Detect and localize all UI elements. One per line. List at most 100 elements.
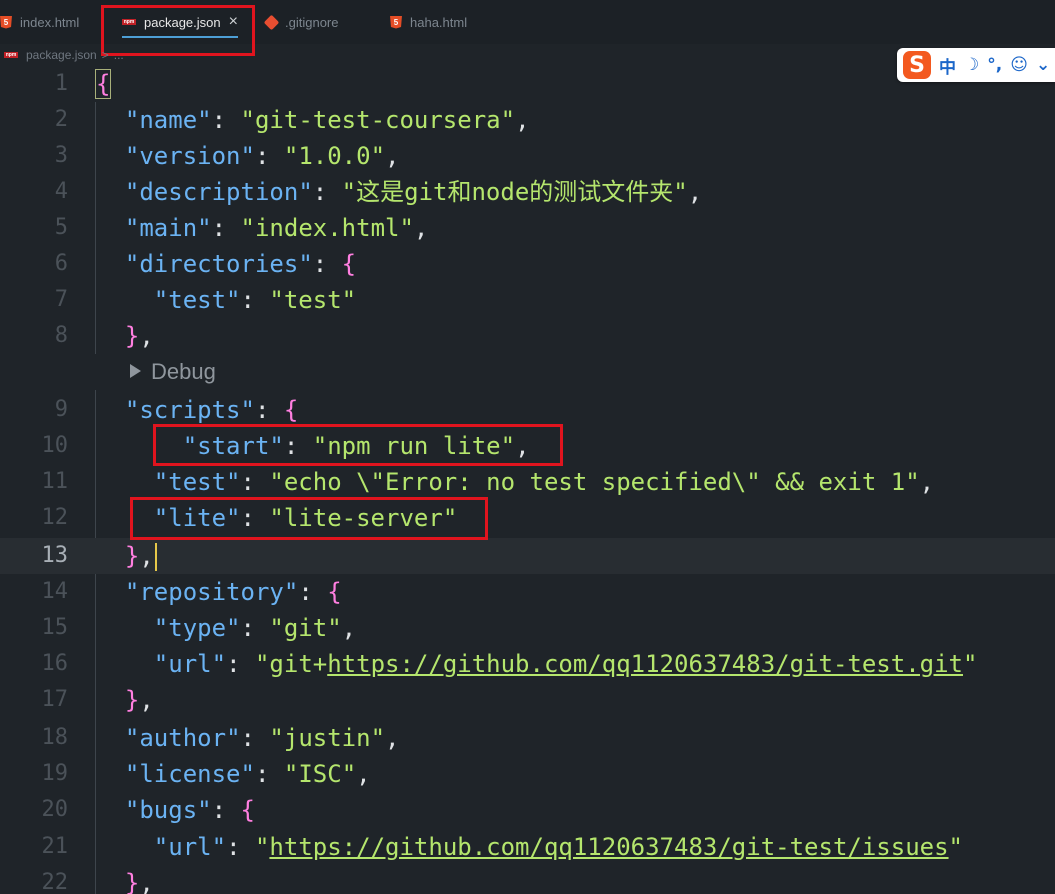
debug-codelens[interactable]: Debug <box>130 354 216 390</box>
code-line[interactable]: 15 "type": "git", <box>0 610 1055 646</box>
line-number: 15 <box>41 615 69 640</box>
line-content: "url": "https://github.com/qq1120637483/… <box>153 833 963 861</box>
json-value: echo \"Error: no test specified\" && exi… <box>283 468 906 496</box>
json-key: url <box>168 650 212 678</box>
breadcrumb-file[interactable]: package.json <box>26 48 97 62</box>
tab-gitignore[interactable]: .gitignore <box>263 0 339 44</box>
breadcrumb-more[interactable]: ... <box>114 48 124 62</box>
code-line[interactable]: 14 "repository": { <box>0 574 1055 610</box>
line-number: 20 <box>41 797 69 822</box>
code-line[interactable]: 4 "description": "这是git和node的测试文件夹", <box>0 174 1055 210</box>
code-line[interactable]: 6 "directories": { <box>0 246 1055 282</box>
json-value-prefix: git+ <box>269 650 328 678</box>
line-number: 18 <box>41 725 69 750</box>
tab-label: .gitignore <box>285 14 339 30</box>
json-key: version <box>139 142 241 170</box>
text-cursor <box>154 543 157 571</box>
code-line[interactable]: 1 { <box>0 66 1055 102</box>
code-line-current[interactable]: 13 }, <box>0 538 1055 574</box>
line-content: "scripts": { <box>124 396 299 424</box>
code-line[interactable]: 17 }, <box>0 682 1055 718</box>
line-content: "repository": { <box>124 578 342 606</box>
npm-icon: npm <box>4 52 18 58</box>
line-number: 11 <box>41 469 69 494</box>
json-key: test <box>168 468 227 496</box>
breadcrumb: npm package.json > ... <box>0 44 600 66</box>
json-value: git-test-coursera <box>254 106 501 134</box>
tab-index-html[interactable]: 5 index.html <box>0 0 79 44</box>
line-content: }, <box>124 686 154 714</box>
line-content: "author": "justin", <box>124 724 400 752</box>
repository-url-link[interactable]: https://github.com/qq1120637483/git-test… <box>327 650 963 678</box>
line-number: 1 <box>54 71 68 96</box>
annotation-box-lite <box>130 497 488 540</box>
json-key: scripts <box>139 396 241 424</box>
line-number: 13 <box>41 543 69 568</box>
json-key: main <box>139 214 198 242</box>
json-key: test <box>168 286 227 314</box>
json-value: git <box>283 614 328 642</box>
code-line[interactable]: 21 "url": "https://github.com/qq11206374… <box>0 829 1055 865</box>
line-content: }, <box>96 538 157 574</box>
bugs-url-link[interactable]: https://github.com/qq1120637483/git-test… <box>269 833 948 861</box>
line-content: "name": "git-test-coursera", <box>124 106 530 134</box>
code-line[interactable]: 18 "author": "justin", <box>0 720 1055 756</box>
line-number: 4 <box>54 179 68 204</box>
tab-label: index.html <box>20 14 80 30</box>
code-line[interactable]: 8 }, <box>0 318 1055 354</box>
line-content: "main": "index.html", <box>124 214 429 242</box>
code-line[interactable]: 3 "version": "1.0.0", <box>0 138 1055 174</box>
line-number: 6 <box>54 251 68 276</box>
json-value: test <box>283 286 342 314</box>
json-value: index.html <box>254 214 400 242</box>
code-line[interactable]: 20 "bugs": { <box>0 792 1055 828</box>
line-number: 9 <box>54 397 68 422</box>
json-value: justin <box>283 724 371 752</box>
line-content: "test": "echo \"Error: no test specified… <box>153 468 935 496</box>
json-key: description <box>139 178 299 206</box>
line-number: 21 <box>41 834 69 859</box>
debug-label: Debug <box>151 359 216 384</box>
code-line[interactable]: 16 "url": "git+https://github.com/qq1120… <box>0 646 1055 682</box>
line-content: }, <box>124 869 154 894</box>
line-content: }, <box>124 322 154 350</box>
line-content: "version": "1.0.0", <box>124 142 400 170</box>
git-icon <box>263 14 280 30</box>
json-value: 1.0.0 <box>298 142 371 170</box>
line-content: "url": "git+https://github.com/qq1120637… <box>153 650 978 678</box>
line-content: "bugs": { <box>124 796 255 824</box>
line-number: 16 <box>41 651 69 676</box>
html5-icon: 5 <box>0 15 12 29</box>
line-content: "test": "test" <box>153 286 357 314</box>
open-brace: { <box>94 69 112 99</box>
line-content: "license": "ISC", <box>124 760 371 788</box>
code-line[interactable]: 22 }, <box>0 865 1055 894</box>
line-number: 7 <box>54 287 68 312</box>
code-line[interactable]: 11 "test": "echo \"Error: no test specif… <box>0 464 1055 500</box>
line-content: "directories": { <box>124 250 357 278</box>
code-line[interactable]: 2 "name": "git-test-coursera", <box>0 102 1055 138</box>
json-key: bugs <box>139 796 198 824</box>
json-value: ISC <box>298 760 342 788</box>
json-key: name <box>139 106 198 134</box>
line-content: "description": "这是git和node的测试文件夹", <box>124 178 703 206</box>
line-number: 8 <box>54 323 68 348</box>
json-key: repository <box>139 578 284 606</box>
code-line[interactable]: 5 "main": "index.html", <box>0 210 1055 246</box>
code-line[interactable]: 9 "scripts": { <box>0 392 1055 428</box>
breadcrumb-separator: > <box>101 48 109 62</box>
line-number: 5 <box>54 215 68 240</box>
json-key: author <box>139 724 227 752</box>
json-key: license <box>139 760 241 788</box>
json-key: type <box>168 614 227 642</box>
code-editor[interactable]: 1 { 2 "name": "git-test-coursera", 3 "ve… <box>0 66 1055 894</box>
code-line[interactable]: 7 "test": "test" <box>0 282 1055 318</box>
line-number: 3 <box>54 143 68 168</box>
line-number: 22 <box>41 870 69 894</box>
line-content: { <box>94 66 112 102</box>
json-key: url <box>168 833 212 861</box>
line-number: 14 <box>41 579 69 604</box>
code-line[interactable]: 19 "license": "ISC", <box>0 756 1055 792</box>
tab-haha-html[interactable]: 5 haha.html <box>390 0 467 44</box>
html5-icon: 5 <box>390 15 402 29</box>
